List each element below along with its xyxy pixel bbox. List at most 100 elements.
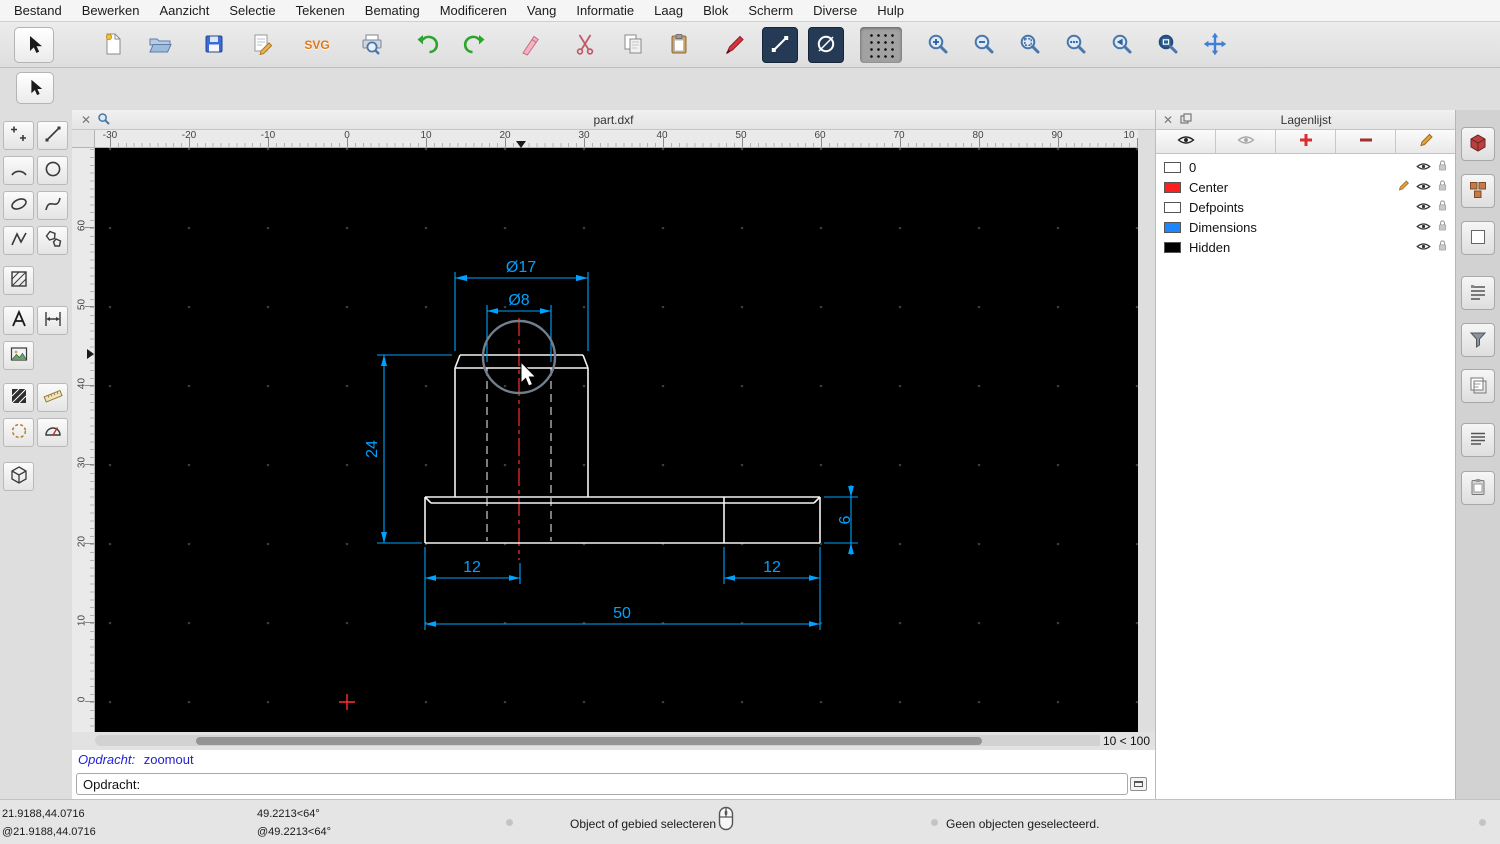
menu-informatie[interactable]: Informatie [566, 3, 644, 18]
dimension-tool[interactable] [37, 306, 68, 335]
menu-blok[interactable]: Blok [693, 3, 738, 18]
layer-visibility-toggle[interactable] [1416, 160, 1431, 175]
selection-filter-toggle[interactable] [1461, 323, 1495, 357]
stacked-pages-icon [1468, 375, 1488, 398]
menu-scherm[interactable]: Scherm [738, 3, 803, 18]
image-tool[interactable] [3, 341, 34, 370]
remove-layer-button[interactable] [1336, 130, 1396, 153]
layer-color-swatch [1164, 221, 1181, 233]
view-list-toggle[interactable] [1461, 221, 1495, 255]
layer-visibility-toggle[interactable] [1416, 200, 1431, 215]
pan-button[interactable] [1197, 27, 1233, 63]
select-tool-button[interactable] [14, 27, 54, 63]
zoom-previous-button[interactable] [1104, 27, 1140, 63]
menu-aanzicht[interactable]: Aanzicht [150, 3, 220, 18]
mouse-icon [718, 806, 734, 835]
panel-toggle-icon [1134, 781, 1143, 787]
layer-lock-toggle[interactable] [1437, 159, 1448, 175]
grid-status-label: 10 < 100 [1099, 734, 1153, 748]
line-tool[interactable] [37, 121, 68, 150]
layer-visibility-toggle[interactable] [1416, 220, 1431, 235]
hatch-solid-tool[interactable] [3, 383, 34, 412]
menu-bewerken[interactable]: Bewerken [72, 3, 150, 18]
menu-diverse[interactable]: Diverse [803, 3, 867, 18]
layer-lock-toggle[interactable] [1437, 239, 1448, 255]
library-browser-toggle[interactable] [1461, 127, 1495, 161]
layer-lock-toggle[interactable] [1437, 199, 1448, 215]
measure-tool[interactable] [37, 383, 68, 412]
command-input[interactable]: Opdracht: [76, 773, 1128, 795]
menu-modificeren[interactable]: Modificeren [430, 3, 517, 18]
draw-pen-button[interactable] [716, 27, 752, 63]
undo-button[interactable] [410, 27, 446, 63]
line-tool-button[interactable] [762, 27, 798, 63]
layer-lock-toggle[interactable] [1437, 219, 1448, 235]
snap-points-tool[interactable] [3, 121, 34, 150]
block-list-toggle[interactable] [1461, 174, 1495, 208]
copy-button[interactable] [615, 27, 651, 63]
funnel-icon [1468, 329, 1488, 352]
edit-layer-button[interactable] [1396, 130, 1456, 153]
hatch-tool[interactable] [3, 266, 34, 295]
grid-toggle-button[interactable] [860, 27, 902, 63]
image-icon [9, 344, 29, 367]
layer-visibility-toggle[interactable] [1416, 180, 1431, 195]
open-file-button[interactable] [142, 27, 178, 63]
zoom-out-button[interactable] [966, 27, 1002, 63]
menu-bestand[interactable]: Bestand [4, 3, 72, 18]
add-layer-button[interactable] [1276, 130, 1336, 153]
hide-all-layers-button[interactable] [1216, 130, 1276, 153]
layer-row[interactable]: Defpoints [1156, 197, 1456, 217]
zoom-in-button[interactable] [920, 27, 956, 63]
paste-button[interactable] [661, 27, 697, 63]
layer-row[interactable]: Center [1156, 177, 1456, 197]
menu-hulp[interactable]: Hulp [867, 3, 914, 18]
property-list-toggle[interactable] [1461, 276, 1495, 310]
layer-lock-toggle[interactable] [1437, 179, 1448, 195]
drawing-canvas[interactable]: Ø17 Ø8 24 6 12 12 50 [95, 148, 1138, 732]
circle-draw-tool[interactable] [37, 156, 68, 185]
circle-tool-button[interactable] [808, 27, 844, 63]
horizontal-scrollbar[interactable] [95, 735, 1138, 746]
menu-bemating[interactable]: Bemating [355, 3, 430, 18]
ruler-label: -10 [260, 130, 276, 141]
zoom-auto-button[interactable] [1012, 27, 1048, 63]
cut-button[interactable] [567, 27, 603, 63]
svg-export-button[interactable]: SVG [299, 27, 335, 63]
show-all-layers-button[interactable] [1156, 130, 1216, 153]
clipboard-panel-toggle[interactable] [1461, 471, 1495, 505]
layer-row[interactable]: Dimensions [1156, 217, 1456, 237]
ellipse-tool[interactable] [3, 191, 34, 220]
zoom-window-button[interactable] [1150, 27, 1186, 63]
save-as-button[interactable] [244, 27, 280, 63]
layer-list-toggle[interactable] [1461, 369, 1495, 403]
ruler-corner [72, 130, 95, 148]
layer-visibility-toggle[interactable] [1416, 240, 1431, 255]
layer-edit-pencil-icon[interactable] [1397, 179, 1410, 195]
text-tool[interactable] [3, 306, 34, 335]
layer-row[interactable]: Hidden [1156, 237, 1456, 257]
menu-laag[interactable]: Laag [644, 3, 693, 18]
save-button[interactable] [196, 27, 232, 63]
menu-vang[interactable]: Vang [517, 3, 566, 18]
shape-select-tool[interactable] [3, 418, 34, 447]
polygon-tool[interactable] [37, 226, 68, 255]
isometric-tool[interactable] [3, 462, 34, 491]
new-file-button[interactable] [95, 27, 131, 63]
print-preview-button[interactable] [354, 27, 390, 63]
vertical-ruler: 60 50 40 30 20 10 0 [72, 148, 95, 732]
command-panel-toggle-button[interactable] [1130, 777, 1147, 791]
layer-row[interactable]: 0 [1156, 157, 1456, 177]
command-widget-toggle[interactable] [1461, 423, 1495, 457]
current-tool-button[interactable] [16, 72, 54, 104]
redo-button[interactable] [456, 27, 492, 63]
spline-tool[interactable] [37, 191, 68, 220]
menu-selectie[interactable]: Selectie [219, 3, 285, 18]
delete-button[interactable] [513, 27, 549, 63]
polyline-tool[interactable] [3, 226, 34, 255]
zoom-selection-button[interactable] [1058, 27, 1094, 63]
arc-tool[interactable] [3, 156, 34, 185]
scrollbar-thumb[interactable] [196, 736, 982, 745]
menu-tekenen[interactable]: Tekenen [286, 3, 355, 18]
angle-measure-tool[interactable] [37, 418, 68, 447]
